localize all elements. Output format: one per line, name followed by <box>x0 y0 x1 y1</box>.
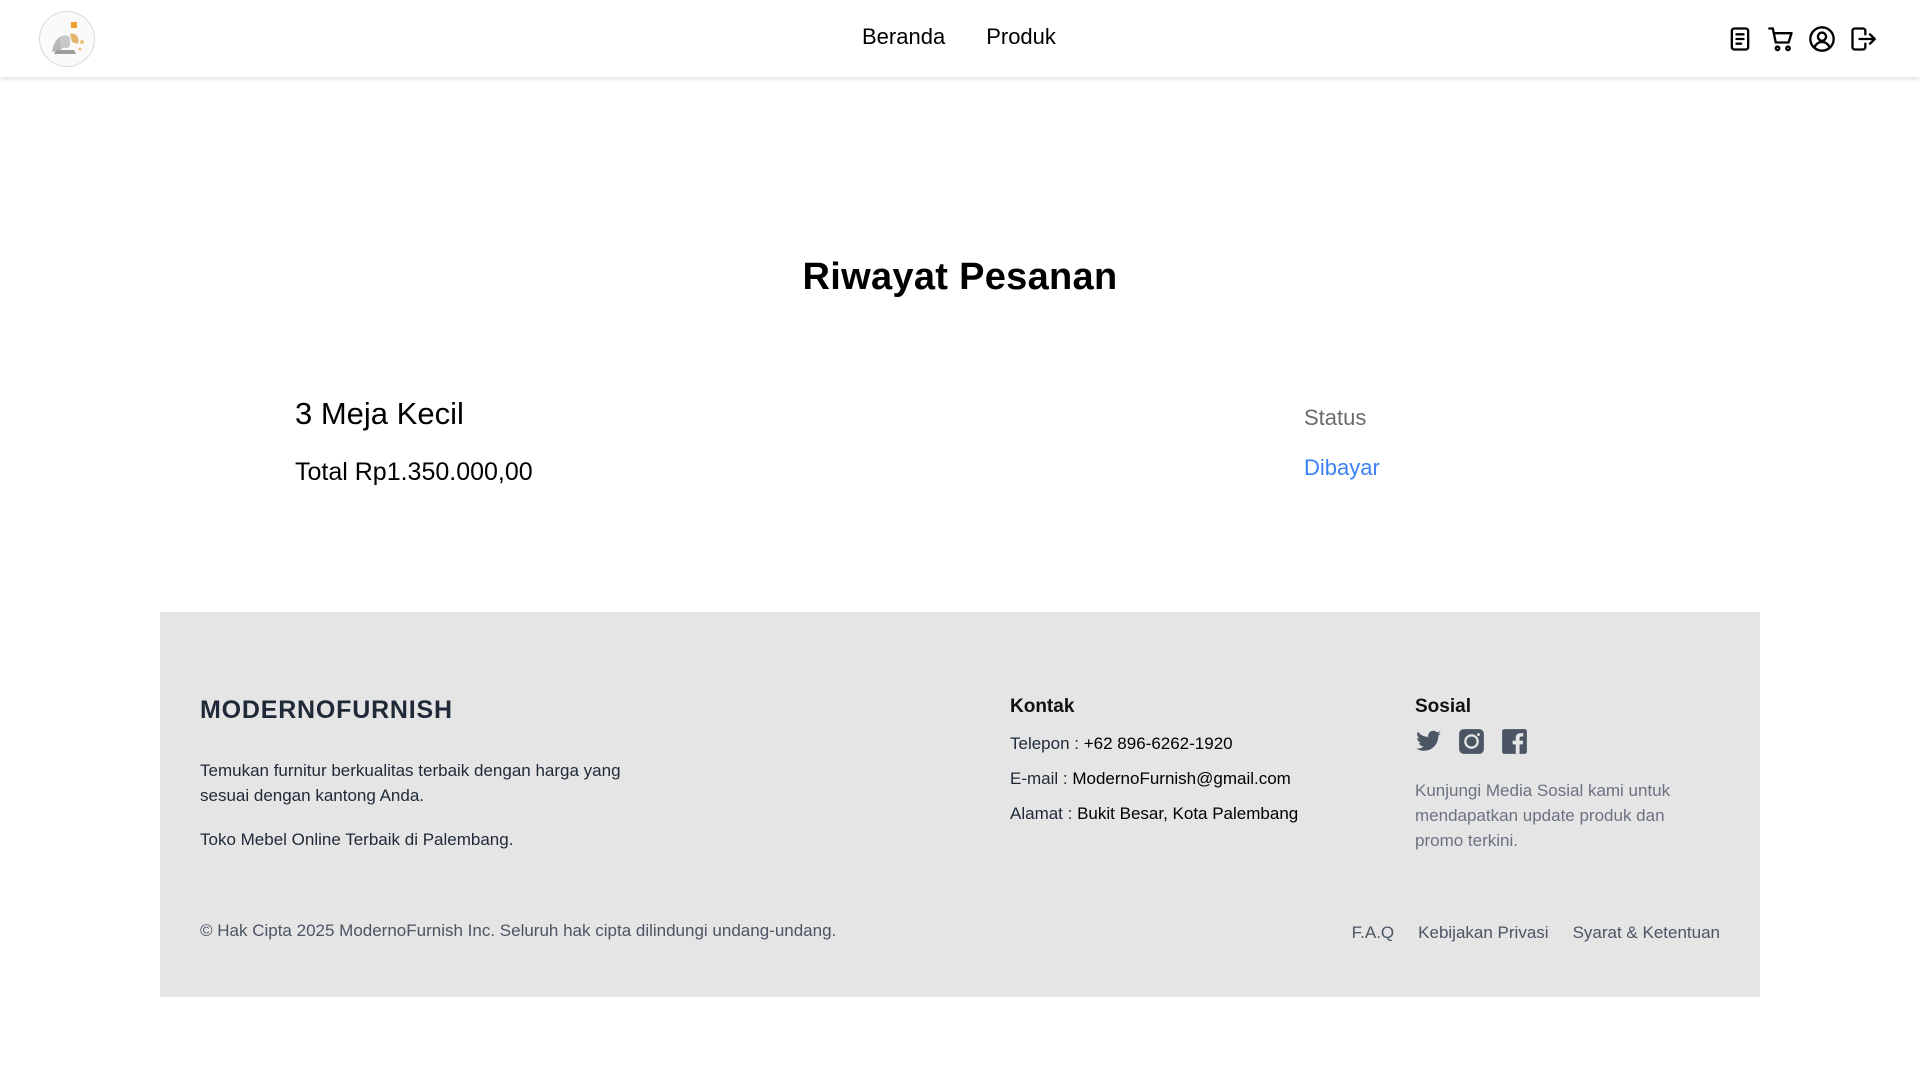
nav-beranda[interactable]: Beranda <box>862 24 945 50</box>
status-label: Status <box>1304 405 1367 430</box>
terms-link[interactable]: Syarat & Ketentuan <box>1573 923 1720 943</box>
logo-icon <box>41 13 94 66</box>
brand-logo[interactable] <box>39 11 95 67</box>
social-title: Sosial <box>1415 696 1471 717</box>
main-nav: Beranda Produk <box>862 24 1056 50</box>
order-product-name: 3 Meja Kecil <box>295 396 464 431</box>
order-total: Total Rp1.350.000,00 <box>295 458 533 486</box>
status-badge: Dibayar <box>1304 455 1380 480</box>
footer-brand: MODERNOFURNISH <box>200 696 453 724</box>
contact-address-label: Alamat : <box>1010 804 1078 823</box>
twitter-icon[interactable] <box>1415 728 1442 755</box>
contact-address-value: Bukit Besar, Kota Palembang <box>1077 804 1299 823</box>
contact-email-value: ModernoFurnish@gmail.com <box>1072 769 1291 788</box>
logout-icon[interactable] <box>1848 24 1878 54</box>
site-footer: MODERNOFURNISH Temukan furnitur berkuali… <box>160 612 1760 997</box>
contact-address: Alamat : Bukit Besar, Kota Palembang <box>1010 804 1298 824</box>
privacy-policy-link[interactable]: Kebijakan Privasi <box>1418 923 1548 943</box>
contact-email: E-mail : ModernoFurnish@gmail.com <box>1010 769 1291 789</box>
contact-phone: Telepon : +62 896-6262-1920 <box>1010 734 1233 754</box>
contact-phone-value: +62 896-6262-1920 <box>1083 734 1233 753</box>
footer-tagline: Toko Mebel Online Terbaik di Palembang. <box>200 830 514 849</box>
social-links <box>1415 728 1528 755</box>
copyright-text: © Hak Cipta 2025 ModernoFurnish Inc. Sel… <box>200 921 837 940</box>
contact-email-label: E-mail : <box>1010 769 1073 788</box>
page-title: Riwayat Pesanan <box>802 256 1118 298</box>
facebook-icon[interactable] <box>1501 728 1528 755</box>
profile-icon[interactable] <box>1807 24 1837 54</box>
orders-icon[interactable] <box>1725 24 1755 54</box>
nav-produk[interactable]: Produk <box>986 24 1056 50</box>
cart-icon[interactable] <box>1766 24 1796 54</box>
top-navbar: Beranda Produk <box>0 0 1920 77</box>
contact-title: Kontak <box>1010 696 1075 717</box>
social-description: Kunjungi Media Sosial kami untuk mendapa… <box>1415 781 1671 850</box>
footer-description: Temukan furnitur berkualitas terbaik den… <box>200 761 621 805</box>
instagram-icon[interactable] <box>1458 728 1485 755</box>
contact-phone-label: Telepon : <box>1010 734 1084 753</box>
footer-links: F.A.Q Kebijakan Privasi Syarat & Ketentu… <box>1352 923 1720 943</box>
header-actions <box>1725 24 1878 54</box>
faq-link[interactable]: F.A.Q <box>1352 923 1395 943</box>
